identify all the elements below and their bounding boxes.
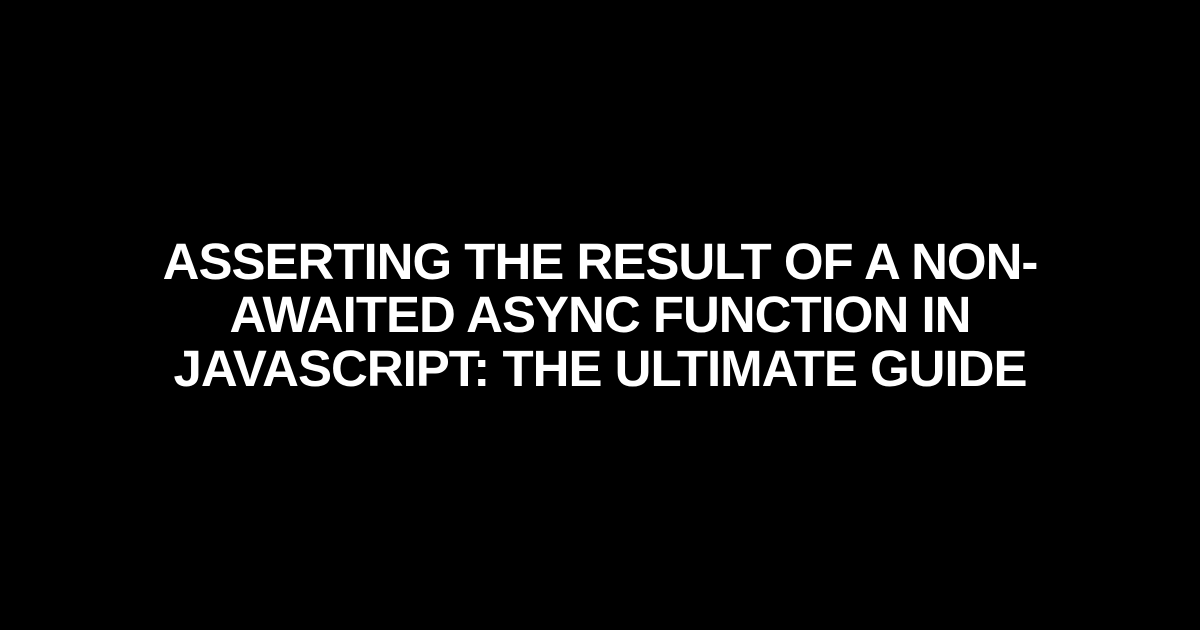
page-title: Asserting the Result of a Non-Awaited As… [0,235,1200,396]
